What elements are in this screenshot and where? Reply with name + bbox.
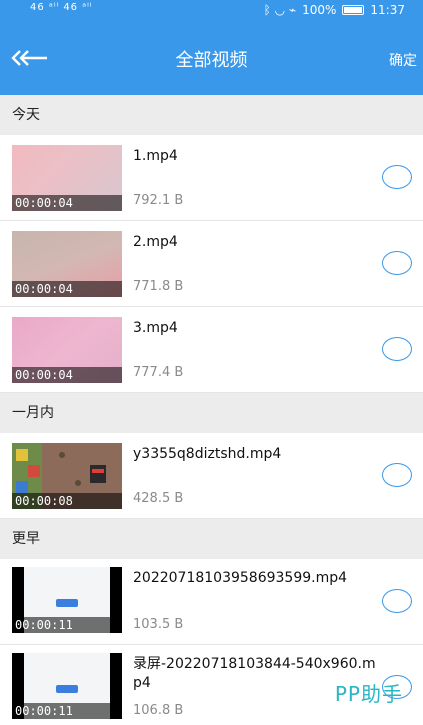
select-radio[interactable]: [382, 337, 412, 361]
file-size: 106.8 B: [133, 703, 184, 718]
system-icons: ᛒ ◡ ⌁: [263, 3, 297, 17]
file-size: 771.8 B: [133, 279, 184, 294]
file-size: 792.1 B: [133, 193, 184, 208]
section-header-today: 今天: [0, 95, 423, 135]
duration-label: 00:00:08: [12, 493, 122, 509]
file-size: 777.4 B: [133, 365, 184, 380]
signal-indicators: 46 ᵃˡˡ 46 ᵃˡˡ: [30, 2, 93, 13]
duration-label: 00:00:04: [12, 195, 122, 211]
duration-label: 00:00:11: [12, 617, 122, 633]
file-name: 20220718103958693599.mp4: [133, 570, 348, 586]
video-thumbnail: 00:00:04: [12, 145, 122, 211]
mini-button-shape: [56, 685, 78, 693]
select-radio[interactable]: [382, 165, 412, 189]
video-row[interactable]: 00:00:11 20220718103958693599.mp4 103.5 …: [0, 559, 423, 645]
video-row[interactable]: 00:00:04 1.mp4 792.1 B: [0, 135, 423, 221]
video-row[interactable]: 00:00:04 3.mp4 777.4 B: [0, 307, 423, 393]
battery-icon: [342, 5, 365, 15]
select-radio[interactable]: [382, 463, 412, 487]
file-size: 428.5 B: [133, 491, 184, 506]
select-radio[interactable]: [382, 251, 412, 275]
file-name: 1.mp4: [133, 148, 178, 164]
clock: 11:37: [370, 3, 405, 17]
confirm-button[interactable]: 确定: [389, 50, 417, 70]
video-row[interactable]: 00:00:04 2.mp4 771.8 B: [0, 221, 423, 307]
video-thumbnail: 00:00:11: [12, 653, 122, 719]
file-name: y3355q8diztshd.mp4: [133, 446, 282, 462]
file-size: 103.5 B: [133, 617, 184, 632]
video-thumbnail: 00:00:08: [12, 443, 122, 509]
file-name: 3.mp4: [133, 320, 178, 336]
app-bar: 全部视频 确定: [0, 22, 423, 95]
section-header-month: 一月内: [0, 393, 423, 433]
section-header-earlier: 更早: [0, 519, 423, 559]
status-right: ᛒ ◡ ⌁ 100% 11:37: [264, 3, 405, 17]
video-thumbnail: 00:00:04: [12, 231, 122, 297]
video-thumbnail: 00:00:11: [12, 567, 122, 633]
mini-button-shape: [56, 599, 78, 607]
duration-label: 00:00:04: [12, 281, 122, 297]
video-row[interactable]: 00:00:08 y3355q8diztshd.mp4 428.5 B: [0, 433, 423, 519]
watermark: PP助手: [334, 682, 403, 706]
page-title: 全部视频: [175, 50, 248, 71]
file-name: 2.mp4: [133, 234, 178, 250]
status-bar: 46 ᵃˡˡ 46 ᵃˡˡ ᛒ ◡ ⌁ 100% 11:37: [0, 0, 423, 22]
video-thumbnail: 00:00:04: [12, 317, 122, 383]
select-radio[interactable]: [382, 589, 412, 613]
duration-label: 00:00:04: [12, 367, 122, 383]
duration-label: 00:00:11: [12, 703, 122, 719]
battery-percent: 100%: [302, 3, 337, 17]
